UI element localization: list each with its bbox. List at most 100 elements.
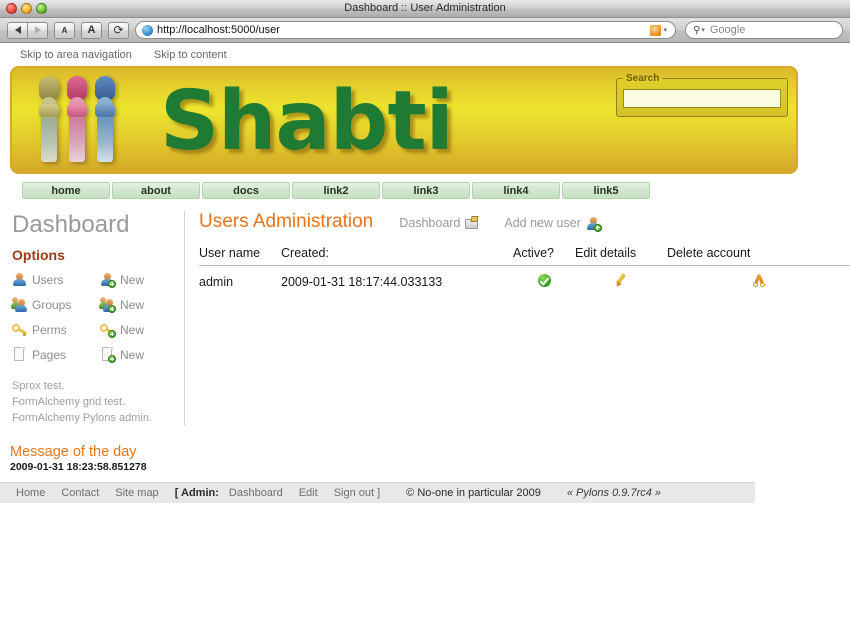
cell-edit[interactable] (575, 266, 667, 291)
reload-icon: ⟳ (113, 23, 124, 37)
minimize-window-button[interactable] (21, 3, 32, 14)
nav-tab-home[interactable]: home (22, 182, 110, 199)
column-header-edit: Edit details (575, 246, 667, 266)
browser-search-box[interactable]: ⚲ ▾ Google (685, 21, 843, 39)
sprox-test-link[interactable]: Sprox test. (12, 378, 184, 394)
sidebar-item-label-new-perm: New (120, 322, 145, 337)
text-larger-button[interactable]: A (81, 21, 102, 39)
footer-dashboard-link[interactable]: Dashboard (229, 487, 283, 499)
shabti-figurines-image (36, 76, 118, 162)
sidebar-item-label-new-group: New (120, 297, 145, 312)
site-search-legend: Search (626, 73, 660, 84)
zoom-window-button[interactable] (36, 3, 47, 14)
formalchemy-pylons-admin-link[interactable]: FormAlchemy Pylons admin. (12, 410, 184, 426)
sidebar-item-label-new-user: New (120, 272, 145, 287)
footer-home-link[interactable]: Home (16, 487, 45, 499)
sidebar-item-label-users: Users (32, 272, 64, 287)
site-logo-wordmark: Shabti (160, 74, 454, 169)
sidebar-item-groups[interactable]: Groups (11, 297, 100, 312)
page-icon (12, 347, 27, 362)
sidebar-extra-links: Sprox test. FormAlchemy grid test. FormA… (12, 378, 184, 426)
window-controls (6, 3, 47, 14)
sidebar-item-label-pages: Pages (32, 347, 67, 362)
sidebar-item-new-page[interactable]: New (100, 347, 184, 363)
sidebar-title: Dashboard (12, 211, 130, 238)
sidebar-item-new-user[interactable]: New (100, 272, 184, 288)
footer-admin-label: [ Admin: (174, 487, 219, 499)
address-caret-icon: ▾ (663, 27, 667, 34)
nav-tab-link2[interactable]: link2 (292, 182, 380, 199)
close-window-button[interactable] (6, 3, 17, 14)
main-content: Users Administration Dashboard Add new u… (185, 211, 850, 426)
text-larger-label: A (87, 24, 96, 36)
scissors-icon[interactable] (752, 273, 766, 287)
skip-to-content-link[interactable]: Skip to content (154, 49, 227, 61)
add-new-user-label: Add new user (504, 216, 581, 230)
users-table: User name Created: Active? Edit details … (199, 246, 850, 290)
reload-button[interactable]: ⟳ (108, 21, 129, 39)
nav-tab-link4[interactable]: link4 (472, 182, 560, 199)
sidebar-item-new-group[interactable]: New (99, 297, 184, 313)
nav-tab-about[interactable]: about (112, 182, 200, 199)
forward-button[interactable] (27, 21, 48, 39)
back-button[interactable] (7, 21, 28, 39)
sidebar-item-perms[interactable]: Perms (10, 322, 100, 337)
dashboard-link-label: Dashboard (399, 216, 461, 230)
nav-tab-docs[interactable]: docs (202, 182, 290, 199)
page-title: Users Administration (199, 211, 374, 232)
page-layout: Dashboard Options Users New Groups New P… (0, 211, 850, 426)
sidebar-item-label-perms: Perms (32, 322, 67, 337)
nav-tab-link5[interactable]: link5 (562, 182, 650, 199)
footer-sign-out-link[interactable]: Sign out ] (334, 487, 380, 499)
group-add-icon (99, 297, 116, 313)
shabti-figure-pink (64, 76, 90, 162)
address-bar[interactable]: http://localhost:5000/user ▾ (135, 21, 676, 39)
page-add-icon (100, 347, 116, 363)
column-header-created: Created: (281, 246, 513, 266)
check-circle-icon (537, 273, 551, 287)
site-footer: Home Contact Site map [ Admin: Dashboard… (0, 482, 755, 503)
skip-to-area-navigation-link[interactable]: Skip to area navigation (20, 49, 132, 61)
sidebar-item-users[interactable]: Users (12, 272, 100, 287)
site-search-fieldset: Search (616, 73, 788, 117)
site-search-input[interactable] (623, 88, 781, 108)
sidebar-item-label-groups: Groups (32, 297, 72, 312)
message-of-the-day: Message of the day 2009-01-31 18:23:58.8… (10, 444, 850, 473)
forward-arrow-icon (34, 26, 41, 34)
table-row: admin 2009-01-31 18:17:44.033133 (199, 266, 850, 291)
key-add-icon (98, 322, 116, 338)
footer-site-map-link[interactable]: Site map (115, 487, 158, 499)
cell-delete[interactable] (667, 266, 850, 291)
column-header-active: Active? (513, 246, 575, 266)
main-navigation: home about docs link2 link3 link4 link5 (22, 182, 850, 199)
text-smaller-label: A (61, 25, 68, 35)
sidebar-item-new-perm[interactable]: New (98, 322, 184, 338)
cell-user-name[interactable]: admin (199, 266, 281, 291)
navigation-buttons (7, 21, 50, 39)
user-add-icon (586, 216, 602, 232)
browser-toolbar: A A ⟳ http://localhost:5000/user ▾ ⚲ ▾ G… (0, 18, 850, 43)
column-header-delete: Delete account (667, 246, 850, 266)
text-smaller-button[interactable]: A (54, 21, 75, 39)
nav-tab-link3[interactable]: link3 (382, 182, 470, 199)
pencil-icon[interactable] (614, 272, 628, 289)
add-new-user-link[interactable]: Add new user (504, 216, 602, 232)
main-header: Users Administration Dashboard Add new u… (199, 211, 850, 233)
footer-copyright: © No-one in particular 2009 (406, 487, 541, 499)
sidebar: Dashboard Options Users New Groups New P… (0, 211, 185, 426)
folder-icon (465, 216, 480, 229)
chevron-down-icon: ▾ (701, 27, 705, 34)
sidebar-options-heading: Options (12, 247, 65, 263)
footer-edit-link[interactable]: Edit (299, 487, 318, 499)
back-arrow-icon (14, 26, 21, 34)
sidebar-options-grid: Users New Groups New Perms New Pages New (10, 272, 184, 363)
formalchemy-grid-test-link[interactable]: FormAlchemy grid test. (12, 394, 184, 410)
sidebar-item-pages[interactable]: Pages (12, 347, 100, 362)
search-icon: ⚲ (693, 24, 701, 36)
globe-icon (142, 24, 153, 36)
shabti-figure-gold (36, 76, 62, 162)
key-icon (10, 322, 28, 337)
rss-icon[interactable] (650, 24, 662, 36)
dashboard-link[interactable]: Dashboard (399, 216, 480, 230)
footer-contact-link[interactable]: Contact (61, 487, 99, 499)
